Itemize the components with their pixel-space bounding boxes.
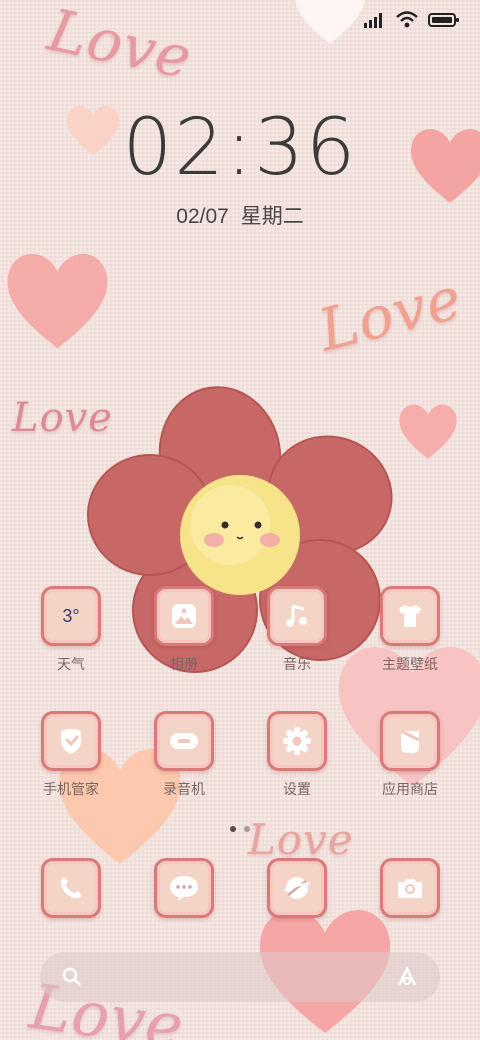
app-recorder[interactable]: 录音机	[134, 711, 234, 799]
page-dot[interactable]	[244, 826, 250, 832]
security-icon	[41, 711, 101, 771]
wifi-icon	[396, 11, 418, 28]
app-settings[interactable]: 设置	[247, 711, 347, 799]
app-themes[interactable]: 主题壁纸	[360, 586, 460, 674]
status-bar	[364, 10, 460, 30]
search-bar[interactable]	[40, 952, 440, 1002]
dock-phone[interactable]	[21, 858, 121, 918]
signal-icon	[364, 13, 382, 28]
music-icon	[267, 586, 327, 646]
app-security[interactable]: 手机管家	[21, 711, 121, 799]
dock-browser[interactable]	[247, 858, 347, 918]
app-label: 应用商店	[382, 781, 438, 797]
clock-date[interactable]: 02/07 星期二	[0, 200, 480, 230]
themes-icon	[380, 586, 440, 646]
browser-icon	[267, 858, 327, 918]
recorder-icon	[154, 711, 214, 771]
camera-icon	[380, 858, 440, 918]
search-icon[interactable]	[62, 967, 82, 987]
app-weather[interactable]: 3° 天气	[21, 586, 121, 674]
page-dot-active[interactable]	[230, 826, 236, 832]
app-store[interactable]: 应用商店	[360, 711, 460, 799]
settings-icon	[267, 711, 327, 771]
dock-camera[interactable]	[360, 858, 460, 918]
app-label: 相册	[170, 656, 198, 672]
love-text: Love	[311, 263, 469, 365]
app-label: 手机管家	[43, 781, 99, 797]
phone-icon	[41, 858, 101, 918]
dock-messages[interactable]	[134, 858, 234, 918]
weather-icon: 3°	[41, 586, 101, 646]
date-text: 02/07	[176, 205, 229, 228]
assistant-icon[interactable]	[396, 966, 418, 988]
messages-icon	[154, 858, 214, 918]
app-label: 设置	[283, 781, 311, 797]
app-label: 天气	[57, 656, 85, 672]
app-label: 音乐	[283, 656, 311, 672]
weekday-text: 星期二	[240, 205, 304, 228]
heart-decoration	[399, 404, 457, 459]
clock-time[interactable]: 02:36	[0, 108, 480, 188]
love-text: Love	[248, 815, 354, 864]
battery-icon	[428, 13, 459, 27]
heart-decoration	[7, 254, 108, 349]
gallery-icon	[154, 586, 214, 646]
app-label: 录音机	[163, 781, 205, 797]
app-store-icon	[380, 711, 440, 771]
flower-decoration	[87, 386, 393, 673]
love-text: Love	[42, 0, 199, 93]
app-music[interactable]: 音乐	[247, 586, 347, 674]
app-gallery[interactable]: 相册	[134, 586, 234, 674]
page-indicator[interactable]	[0, 826, 480, 832]
weather-temperature: 3°	[62, 605, 80, 626]
app-label: 主题壁纸	[382, 656, 438, 672]
